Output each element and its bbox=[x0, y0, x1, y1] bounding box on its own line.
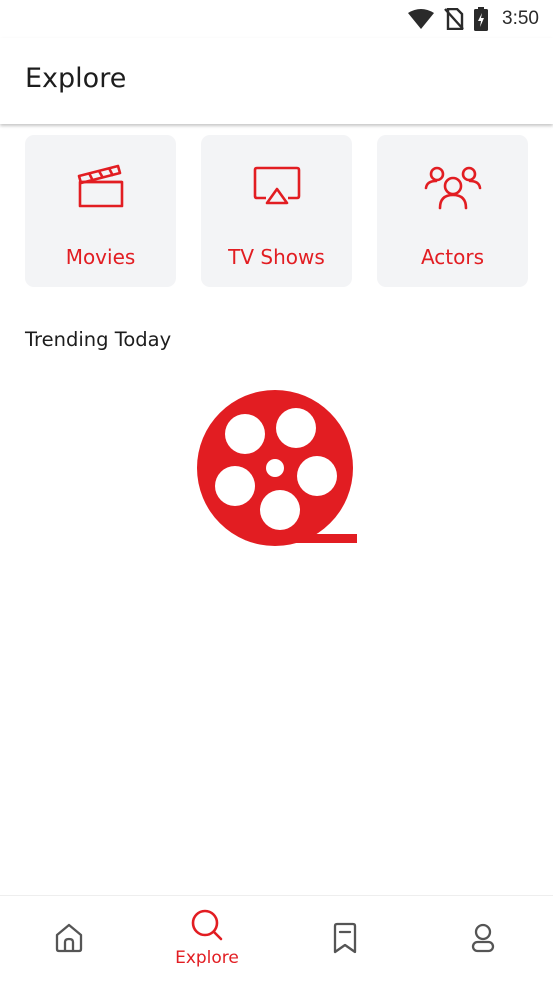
category-movies-card[interactable]: Movies bbox=[25, 135, 176, 287]
status-bar: 3:50 bbox=[0, 0, 553, 38]
film-reel-icon bbox=[195, 388, 359, 552]
people-icon bbox=[423, 160, 483, 212]
category-grid: Movies TV Shows Actors bbox=[25, 135, 528, 287]
tv-cast-icon bbox=[251, 160, 303, 212]
bottom-nav: Explore bbox=[0, 895, 553, 983]
search-icon bbox=[190, 908, 224, 946]
nav-profile[interactable] bbox=[414, 896, 552, 983]
bookmark-icon bbox=[330, 922, 360, 958]
status-clock: 3:50 bbox=[502, 8, 539, 29]
category-label: Actors bbox=[420, 245, 485, 269]
page-title: Explore bbox=[25, 63, 127, 94]
no-sim-icon bbox=[444, 8, 464, 30]
category-label: TV Shows bbox=[228, 245, 325, 269]
trending-title: Trending Today bbox=[25, 328, 172, 351]
home-icon bbox=[53, 922, 85, 958]
category-tv-shows-card[interactable]: TV Shows bbox=[201, 135, 352, 287]
wifi-icon bbox=[408, 9, 435, 29]
category-actors-card[interactable]: Actors bbox=[377, 135, 528, 287]
nav-label-explore: Explore bbox=[175, 948, 239, 968]
screen: 3:50 Explore Movies TV Shows Actors Tren… bbox=[0, 0, 553, 983]
clapperboard-icon bbox=[76, 160, 126, 212]
nav-bookmarks[interactable] bbox=[276, 896, 414, 983]
battery-charging-icon bbox=[474, 7, 489, 31]
profile-icon bbox=[468, 922, 498, 958]
nav-explore[interactable]: Explore bbox=[138, 896, 276, 983]
nav-home[interactable] bbox=[0, 896, 138, 983]
category-label: Movies bbox=[65, 245, 136, 269]
app-bar: Explore bbox=[0, 38, 553, 124]
